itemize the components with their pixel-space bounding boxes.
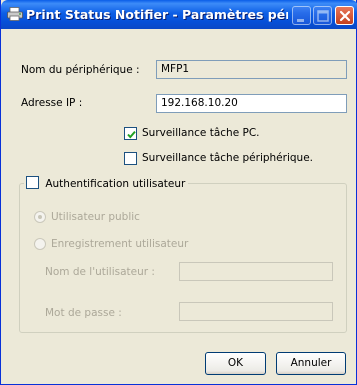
password-input[interactable] [179,302,333,321]
password-label: Mot de passe : [45,307,122,319]
maximize-icon [317,10,329,22]
close-icon [339,10,351,22]
printer-icon [7,7,23,21]
maximize-button[interactable] [313,6,332,25]
radio-selected-dot [38,215,42,219]
username-input[interactable] [179,262,333,281]
user-auth-label: Authentification utilisateur [45,178,186,190]
minimize-icon [297,19,304,22]
username-label: Nom de l'utilisateur : [45,266,155,278]
registered-user-label: Enregistrement utilisateur [51,238,189,250]
pc-job-monitoring-checkbox[interactable] [124,127,137,140]
ip-address-input[interactable]: 192.168.10.20 [156,94,347,113]
checkmark-icon [127,130,136,139]
public-user-radio[interactable] [34,211,46,223]
cancel-button[interactable]: Annuler [276,352,346,375]
user-auth-checkbox[interactable] [26,176,39,189]
title-bar[interactable]: Print Status Notifier - Paramètres péri.… [1,0,357,29]
minimize-button[interactable] [292,6,311,25]
device-name-field: MFP1 [156,60,347,79]
ok-button[interactable]: OK [205,352,266,375]
public-user-label: Utilisateur public [51,211,140,223]
user-auth-legend: Authentification utilisateur [24,176,189,190]
registered-user-radio[interactable] [34,238,46,250]
pc-job-monitoring-label: Surveillance tâche PC. [142,127,260,139]
dialog-window: Print Status Notifier - Paramètres péri.… [0,0,357,385]
window-title: Print Status Notifier - Paramètres péri.… [26,7,288,22]
device-job-monitoring-label: Surveillance tâche périphérique. [142,152,313,164]
device-job-monitoring-checkbox[interactable] [124,152,137,165]
close-button[interactable] [335,6,354,25]
ip-address-label: Adresse IP : [21,97,83,109]
device-name-label: Nom du périphérique : [21,64,140,76]
